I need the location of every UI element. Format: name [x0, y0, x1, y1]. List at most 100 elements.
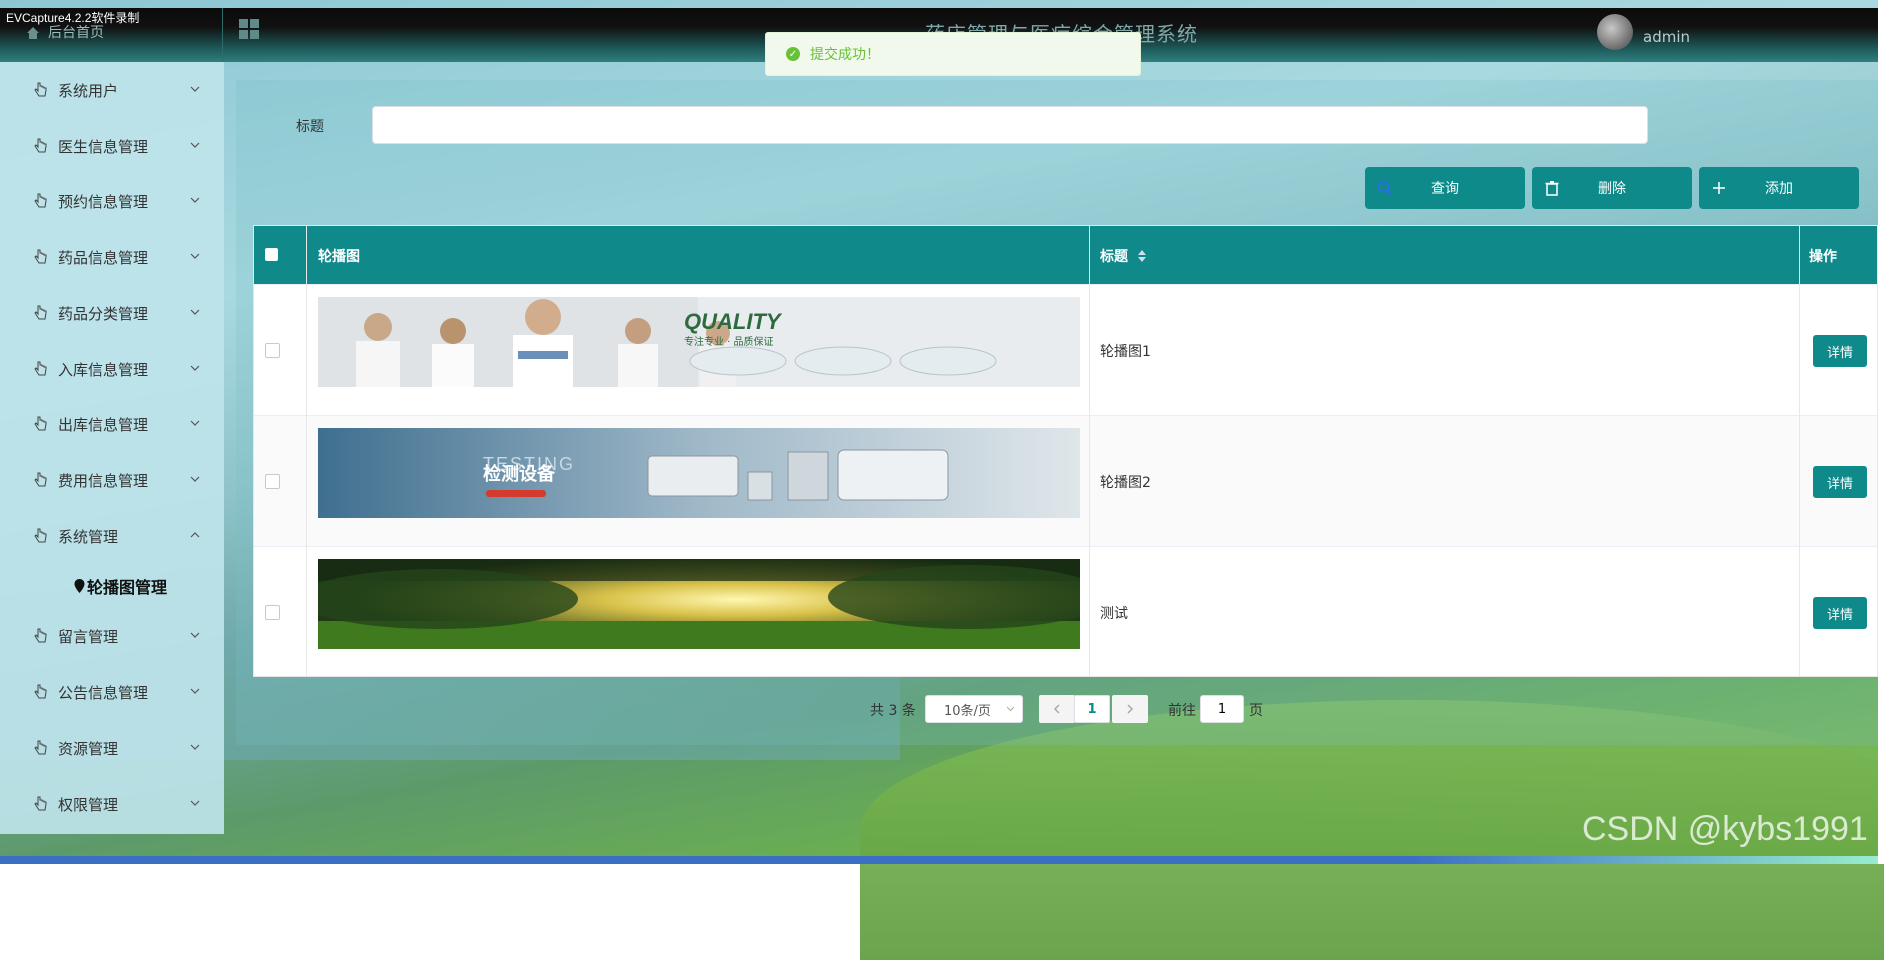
chevron-left-icon — [1053, 704, 1060, 714]
page-suffix-label: 页 — [1249, 703, 1263, 719]
row-title: 轮播图2 — [1100, 475, 1151, 491]
chevron-down-icon — [190, 632, 200, 638]
menu-toggle-icon[interactable] — [238, 18, 260, 40]
page-size-select[interactable]: 10条/页 — [925, 695, 1023, 723]
search-icon — [1377, 180, 1393, 196]
pointer-hand-icon — [34, 305, 47, 320]
sidebar-item-label: 系统用户 — [58, 82, 119, 100]
sidebar-subitem-carousel[interactable]: 轮播图管理 — [74, 574, 167, 598]
avatar[interactable] — [1597, 14, 1633, 50]
chevron-down-icon — [190, 688, 200, 694]
sidebar-item-label: 药品分类管理 — [58, 305, 149, 323]
chevron-right-icon — [1127, 704, 1134, 714]
pointer-hand-icon — [34, 628, 47, 643]
chevron-down-icon — [190, 142, 200, 148]
sidebar-item[interactable]: 系统用户 — [0, 62, 224, 118]
sidebar-item-label: 医生信息管理 — [58, 138, 149, 156]
home-icon[interactable] — [26, 26, 40, 40]
chevron-down-icon — [190, 365, 200, 371]
chevron-down-icon — [190, 800, 200, 806]
add-button[interactable]: 添加 — [1699, 167, 1859, 209]
sidebar-item-label: 预约信息管理 — [58, 193, 149, 211]
delete-button-label: 删除 — [1598, 181, 1626, 197]
sidebar-item-label: 资源管理 — [58, 740, 119, 758]
row-title: 轮播图1 — [1100, 344, 1151, 360]
pointer-hand-icon — [34, 249, 47, 264]
column-header-image: 轮播图 — [318, 249, 360, 265]
sidebar-item[interactable]: 留言管理 — [0, 608, 224, 664]
pointer-hand-icon — [34, 361, 47, 376]
user-name[interactable]: admin — [1643, 28, 1690, 46]
sidebar-item[interactable]: 费用信息管理 — [0, 452, 224, 508]
add-button-label: 添加 — [1765, 181, 1793, 197]
select-all-checkbox[interactable] — [265, 248, 278, 261]
pointer-hand-icon — [34, 684, 47, 699]
window-edge — [1878, 0, 1884, 864]
sidebar-item[interactable]: 药品信息管理 — [0, 229, 224, 285]
row-checkbox[interactable] — [265, 474, 280, 489]
page-number-button[interactable]: 1 — [1074, 695, 1110, 723]
sidebar-item[interactable]: 预约信息管理 — [0, 173, 224, 229]
chevron-down-icon — [1007, 706, 1014, 712]
pointer-hand-icon — [34, 193, 47, 208]
detail-button[interactable]: 详情 — [1813, 597, 1867, 629]
row-checkbox[interactable] — [265, 605, 280, 620]
row-title: 测试 — [1100, 606, 1128, 622]
csdn-watermark: CSDN @kybs1991 — [1582, 810, 1868, 848]
goto-page-input[interactable] — [1200, 695, 1244, 723]
pointer-hand-icon — [34, 82, 47, 97]
chevron-down-icon — [190, 86, 200, 92]
pointer-hand-icon — [34, 472, 47, 487]
sidebar-item-label: 药品信息管理 — [58, 249, 149, 267]
sidebar-item-label: 入库信息管理 — [58, 361, 149, 379]
column-divider — [1089, 226, 1090, 676]
pagination-total: 共 3 条 — [870, 703, 916, 719]
recorder-watermark: EVCapture4.2.2软件录制 — [6, 11, 140, 25]
detail-button[interactable]: 详情 — [1813, 466, 1867, 498]
header-divider — [222, 8, 223, 62]
detail-button[interactable]: 详情 — [1813, 335, 1867, 367]
carousel-image-2-caption: 检测设备 — [483, 463, 556, 485]
sidebar-item-label: 系统管理 — [58, 528, 119, 546]
column-header-actions: 操作 — [1809, 249, 1837, 265]
delete-button[interactable]: 删除 — [1532, 167, 1692, 209]
sidebar-item[interactable]: 权限管理 — [0, 776, 224, 832]
row-checkbox[interactable] — [265, 343, 280, 358]
column-header-title[interactable]: 标题 — [1100, 246, 1147, 266]
goto-label: 前往 — [1168, 703, 1196, 719]
sidebar-subitem-label: 轮播图管理 — [87, 578, 168, 597]
sidebar-item[interactable]: 入库信息管理 — [0, 341, 224, 397]
sidebar-item-label: 权限管理 — [58, 796, 119, 814]
pointer-hand-icon — [34, 138, 47, 153]
carousel-image-2: TESTING 检测设备 — [318, 428, 1080, 518]
sidebar-item[interactable]: 药品分类管理 — [0, 285, 224, 341]
sidebar-item[interactable]: 公告信息管理 — [0, 664, 224, 720]
carousel-image-1-caption: QUALITY — [684, 309, 783, 334]
prev-page-button[interactable] — [1039, 695, 1075, 723]
sidebar-item-label: 出库信息管理 — [58, 416, 149, 434]
pointer-hand-icon — [34, 528, 47, 543]
sidebar-item-label: 费用信息管理 — [58, 472, 149, 490]
sidebar-item[interactable]: 出库信息管理 — [0, 396, 224, 452]
sidebar-item-label: 留言管理 — [58, 628, 119, 646]
check-circle-icon: ✓ — [786, 47, 800, 61]
table-row: 测试 详情 — [254, 546, 1877, 677]
taskbar-strip — [0, 856, 1884, 864]
carousel-image-3 — [318, 559, 1080, 649]
page-size-value: 10条/页 — [944, 703, 991, 719]
carousel-image-1-subtext: 专注专业 · 品质保证 — [684, 335, 774, 348]
query-button[interactable]: 查询 — [1365, 167, 1525, 209]
next-page-button[interactable] — [1112, 695, 1148, 723]
sidebar-item[interactable]: 医生信息管理 — [0, 118, 224, 174]
carousel-table: 轮播图 标题 操作 QUALITY 专注专业 · 品质保证 轮播图1 详情 TE… — [253, 225, 1878, 677]
toast-message: 提交成功！ — [810, 47, 880, 63]
sort-icon[interactable] — [1137, 249, 1147, 263]
search-label: 标题 — [296, 119, 324, 135]
map-pin-icon — [74, 579, 85, 593]
column-divider — [306, 226, 307, 676]
sidebar-item[interactable]: 资源管理 — [0, 720, 224, 776]
title-search-input[interactable] — [372, 106, 1648, 144]
sidebar-item[interactable]: 系统管理 — [0, 508, 224, 564]
column-divider — [1799, 226, 1800, 676]
trash-icon — [1545, 181, 1559, 196]
